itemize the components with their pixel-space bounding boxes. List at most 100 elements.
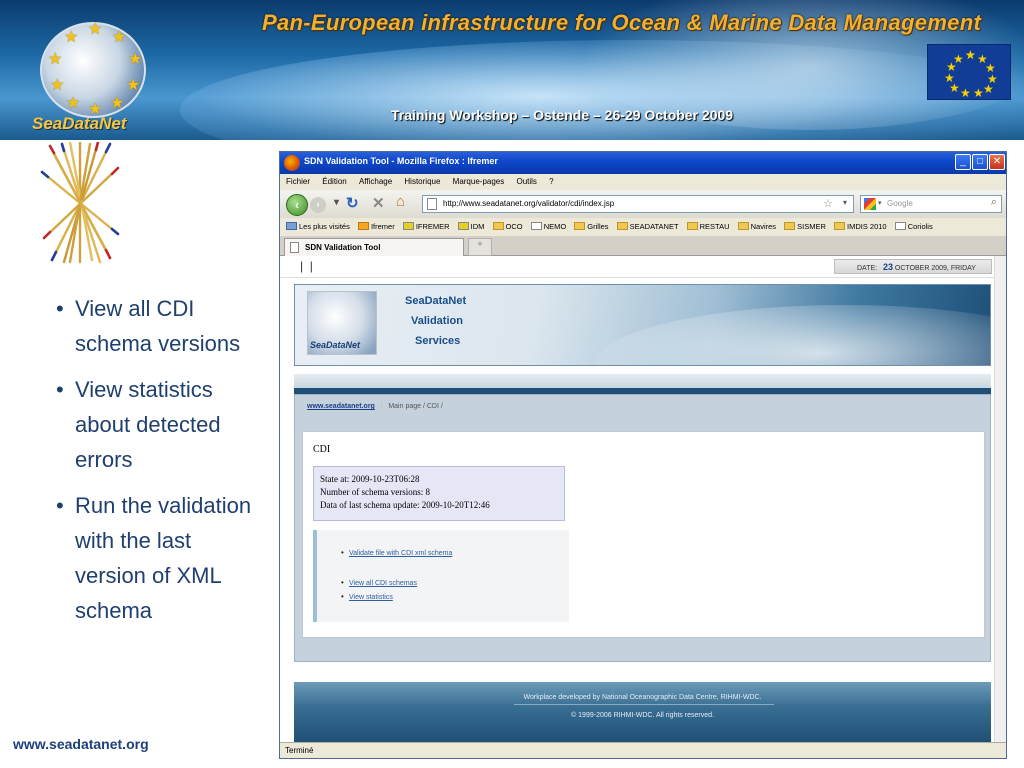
section-title: CDI (313, 444, 331, 455)
menu-item[interactable]: Historique (404, 177, 440, 186)
footer-copyright: © 1999-2006 RIHMI-WDC. All rights reserv… (571, 712, 714, 719)
date-rest: OCTOBER 2009, FRIDAY (894, 265, 976, 272)
home-icon[interactable]: ⌂ (396, 193, 405, 210)
menu-strip (294, 374, 991, 388)
page-icon (290, 242, 299, 253)
footer-url[interactable]: www.seadatanet.org (13, 736, 149, 752)
validate-file-link[interactable]: Validate file with CDI xml schema (349, 550, 452, 557)
tab-bar: SDN Validation Tool + (280, 236, 1006, 256)
history-dropdown-icon[interactable]: ▾ (334, 197, 339, 208)
star-icon: ★ (50, 77, 65, 94)
banner-title: Pan-European infrastructure for Ocean & … (262, 10, 982, 35)
view-statistics-link[interactable]: View statistics (349, 594, 393, 601)
star-icon: ★ (48, 51, 63, 68)
stop-icon[interactable]: ✕ (372, 194, 385, 212)
web-page: | | DATE: 23 OCTOBER 2009, FRIDAY SeaDat… (280, 256, 1006, 742)
links-box: • Validate file with CDI xml schema • Vi… (313, 530, 569, 622)
banner-subtitle: Training Workshop – Ostende – 26-29 Octo… (391, 107, 734, 123)
menu-item[interactable]: ? (549, 177, 553, 186)
star-icon: ★ (64, 29, 79, 46)
bookmark-item[interactable]: IDM (457, 222, 484, 231)
site-footer: Workplace developed by National Oceanogr… (294, 682, 991, 742)
menu-item[interactable]: Outils (516, 177, 536, 186)
last-update-text: Data of last schema update: 2009-10-20T1… (320, 500, 490, 510)
date-day: 23 (882, 262, 893, 272)
menu-item[interactable]: Fichier (286, 177, 310, 186)
bullet-dot: • (56, 296, 64, 321)
star-icon: ★ (126, 77, 141, 94)
menu-bar: Fichier Édition Affichage Historique Mar… (280, 174, 1006, 190)
url-dropdown-icon[interactable]: ▾ (843, 198, 847, 207)
breadcrumb-path: Main page / CDI / (388, 403, 443, 410)
view-all-schemas-link[interactable]: View all CDI schemas (349, 580, 417, 587)
bookmark-item[interactable]: Grilles (574, 222, 609, 231)
window-title: SDN Validation Tool - Mozilla Firefox : … (304, 156, 498, 166)
bookmark-item[interactable]: Ifremer (357, 222, 395, 231)
date-display: DATE: 23 OCTOBER 2009, FRIDAY (834, 259, 992, 274)
maximize-button[interactable]: □ (972, 154, 988, 170)
schema-versions-text: Number of schema versions: 8 (320, 487, 430, 497)
breadcrumb-home-link[interactable]: www.seadatanet.org (307, 403, 375, 410)
app-title-line: Validation (411, 315, 463, 327)
bookmark-item[interactable]: Navires (737, 222, 776, 231)
new-tab-button[interactable]: + (468, 238, 492, 256)
mikado-sticks-illustration (40, 142, 120, 264)
app-header: SeaDataNet SeaDataNet Validation Service… (294, 284, 991, 366)
back-arrow-icon[interactable]: ‹ (286, 194, 308, 216)
bookmark-item[interactable]: OCO (492, 222, 523, 231)
navigation-toolbar: ‹ › ▾ ↻ ✕ ⌂ http://www.seadatanet.org/va… (280, 190, 1006, 218)
breadcrumb: www.seadatanet.org | Main page / CDI / (307, 403, 443, 410)
bookmark-item[interactable]: SISMER (784, 222, 826, 231)
star-icon: ★ (112, 29, 127, 46)
app-logo-text: SeaDataNet (310, 340, 361, 350)
bullet-text: View statistics about detected errors (75, 377, 221, 472)
bookmark-item[interactable]: NEMO (530, 222, 566, 231)
banner: ★ ★ ★ ★ ★ ★ ★ ★ ★ ★ SeaDataNet Pan-Europ… (0, 0, 1024, 140)
vertical-scrollbar[interactable] (994, 256, 1006, 742)
tab-sdn-validation-tool[interactable]: SDN Validation Tool (284, 238, 464, 256)
close-button[interactable]: ✕ (989, 154, 1005, 170)
bookmark-item[interactable]: RESTAU (686, 222, 730, 231)
seadatanet-logo: ★ ★ ★ ★ ★ ★ ★ ★ ★ ★ (40, 22, 146, 118)
menu-item[interactable]: Marque-pages (453, 177, 505, 186)
search-icon[interactable]: ⌕ (991, 196, 997, 209)
tab-label: SDN Validation Tool (305, 243, 381, 252)
browser-window: SDN Validation Tool - Mozilla Firefox : … (279, 151, 1007, 759)
slide: ★ ★ ★ ★ ★ ★ ★ ★ ★ ★ SeaDataNet Pan-Europ… (0, 0, 1024, 768)
minimize-button[interactable]: _ (955, 154, 971, 170)
google-icon (864, 198, 876, 210)
menu-item[interactable]: Affichage (359, 177, 392, 186)
bookmark-item[interactable]: Coriolis (894, 222, 933, 231)
status-text: Terminé (285, 746, 314, 755)
seadatanet-logo: SeaDataNet (307, 291, 377, 355)
bookmark-star-icon[interactable]: ☆ (823, 197, 833, 210)
bullet-dot: • (341, 578, 344, 587)
star-icon: ★ (88, 21, 103, 38)
star-icon: ★ (66, 95, 81, 112)
bookmark-item[interactable]: IMDIS 2010 (834, 222, 887, 231)
status-bar: Terminé (280, 742, 1006, 758)
bullet-item: • Run the validation with the last versio… (52, 488, 267, 628)
bullet-dot: • (56, 493, 64, 518)
logo-text: SeaDataNet (32, 114, 127, 133)
star-icon: ★ (128, 51, 143, 68)
search-engine-dropdown-icon[interactable]: ▾ (878, 199, 882, 207)
forward-arrow-icon[interactable]: › (310, 197, 326, 213)
date-bar: | | DATE: 23 OCTOBER 2009, FRIDAY (280, 256, 1006, 278)
bookmark-item[interactable]: IFREMER (402, 222, 450, 231)
bookmark-item[interactable]: Les plus visités (286, 222, 350, 231)
main-panel: CDI State at: 2009-10-23T06:28 Number of… (302, 431, 985, 638)
bullet-item: • View statistics about detected errors (52, 372, 267, 477)
search-input[interactable]: ▾ Google ⌕ (860, 195, 1002, 213)
divider (514, 704, 774, 705)
bookmark-item[interactable]: SEADATANET (616, 222, 679, 231)
stats-box: State at: 2009-10-23T06:28 Number of sch… (313, 466, 565, 521)
url-bar[interactable]: http://www.seadatanet.org/validator/cdi/… (422, 195, 854, 213)
state-at-text: State at: 2009-10-23T06:28 (320, 474, 420, 484)
bullet-text: View all CDI schema versions (75, 296, 241, 356)
app-title-line: SeaDataNet (405, 295, 467, 307)
app-title-line: Services (415, 335, 461, 347)
reload-icon[interactable]: ↻ (346, 194, 359, 212)
menu-item[interactable]: Édition (322, 177, 346, 186)
star-icon: ★ (110, 95, 125, 112)
